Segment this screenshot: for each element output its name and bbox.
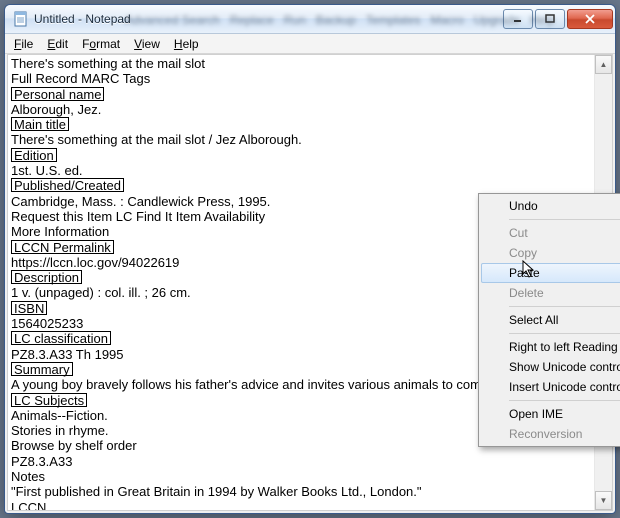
ctx-copy: Copy (481, 243, 620, 263)
menu-format[interactable]: Format (75, 36, 127, 52)
text-line: There's something at the mail slot (11, 56, 592, 71)
notepad-icon (13, 11, 29, 27)
text-line: Published/Created (11, 178, 592, 193)
close-button[interactable] (567, 9, 613, 29)
text-line: LCCN (11, 500, 592, 510)
ctx-open-ime[interactable]: Open IME (481, 404, 620, 424)
menu-file[interactable]: File (7, 36, 40, 52)
ctx-reconversion: Reconversion (481, 424, 620, 444)
text-line: 1st. U.S. ed. (11, 163, 592, 178)
menu-edit[interactable]: Edit (40, 36, 75, 52)
text-line: There's something at the mail slot / Jez… (11, 132, 592, 147)
menu-view[interactable]: View (127, 36, 167, 52)
menubar: File Edit Format View Help (5, 34, 615, 54)
background-blur-tabs: Advanced SearchReplaceRunBackupTemplates… (125, 13, 465, 29)
ctx-rtl-order[interactable]: Right to left Reading order (481, 337, 620, 357)
scroll-down-button[interactable]: ▼ (595, 491, 612, 510)
ctx-show-unicode[interactable]: Show Unicode control characters (481, 357, 620, 377)
ctx-separator (509, 219, 620, 220)
ctx-undo[interactable]: Undo (481, 196, 620, 216)
text-line: PZ8.3.A33 (11, 454, 592, 469)
ctx-select-all[interactable]: Select All (481, 310, 620, 330)
scroll-up-button[interactable]: ▲ (595, 55, 612, 74)
ctx-cut: Cut (481, 223, 620, 243)
text-line: Full Record MARC Tags (11, 71, 592, 86)
ctx-insert-unicode[interactable]: Insert Unicode control character (481, 377, 620, 397)
text-line: Personal name (11, 87, 592, 102)
text-line: Main title (11, 117, 592, 132)
ctx-delete: Delete (481, 283, 620, 303)
ctx-separator (509, 333, 620, 334)
ctx-paste[interactable]: Paste (481, 263, 620, 283)
titlebar[interactable]: Untitled - Notepad Advanced SearchReplac… (5, 5, 615, 34)
text-line: Alborough, Jez. (11, 102, 592, 117)
text-line: Notes (11, 469, 592, 484)
text-line: Edition (11, 148, 592, 163)
menu-help[interactable]: Help (167, 36, 206, 52)
text-line: "First published in Great Britain in 199… (11, 484, 592, 499)
ctx-separator (509, 400, 620, 401)
context-menu: Undo Cut Copy Paste Delete Select All Ri… (478, 193, 620, 447)
ctx-separator (509, 306, 620, 307)
